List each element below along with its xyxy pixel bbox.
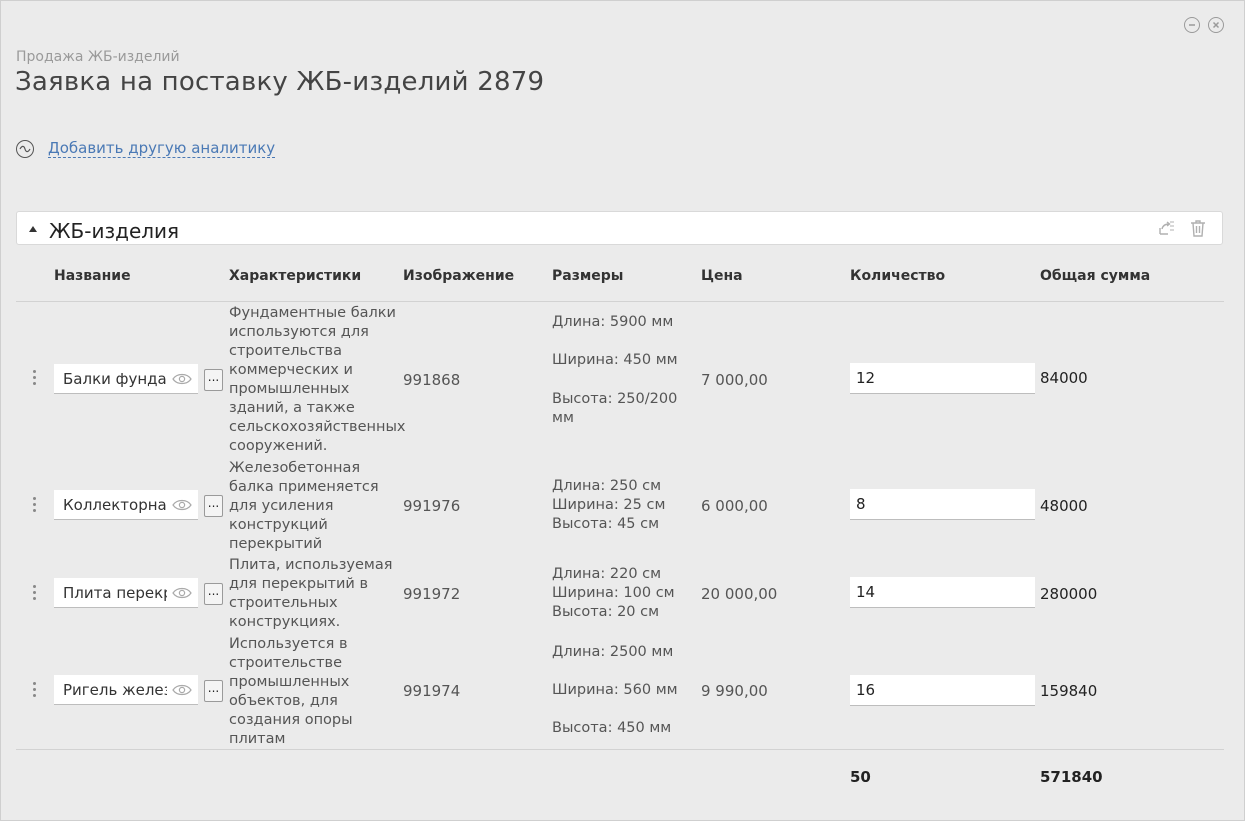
size-length: Длина: 220 см — [552, 566, 662, 582]
row-description: Плита, используемая для перекрытий в стр… — [229, 557, 393, 630]
name-input[interactable]: Ригель железобетонный — [54, 675, 198, 705]
size-height: Высота: 20 см — [552, 604, 660, 620]
col-header-total[interactable]: Общая сумма — [1040, 268, 1150, 284]
row-price: 6 000,00 — [701, 497, 768, 515]
row-total: 159840 — [1040, 682, 1098, 700]
row-image-id: 991974 — [403, 682, 461, 700]
name-input[interactable]: Балки фундаментные — [54, 364, 198, 394]
row-price: 20 000,00 — [701, 585, 778, 603]
quantity-sum: 50 — [850, 768, 871, 786]
name-value: Коллекторная балка — [63, 495, 167, 514]
select-item-button[interactable]: ... — [204, 495, 223, 517]
add-analytics-link[interactable]: Добавить другую аналитику — [48, 140, 276, 158]
name-input[interactable]: Плита перекрытия — [54, 578, 198, 608]
col-header-name[interactable]: Название — [54, 268, 131, 284]
wave-icon — [16, 140, 34, 158]
trash-icon[interactable] — [1188, 218, 1208, 238]
quantity-input[interactable]: 8 — [850, 489, 1035, 520]
minimize-icon[interactable] — [1184, 17, 1200, 33]
section-tools — [1156, 218, 1208, 238]
eye-icon[interactable] — [172, 684, 192, 696]
select-item-button[interactable]: ... — [204, 369, 223, 391]
size-length: Длина: 2500 мм — [552, 644, 674, 660]
size-width: Ширина: 450 мм — [552, 352, 678, 368]
size-length: Длина: 5900 мм — [552, 314, 674, 330]
eye-icon[interactable] — [172, 587, 192, 599]
drag-handle-icon[interactable] — [33, 370, 37, 385]
row-description: Фундаментные балки используются для стро… — [229, 305, 406, 454]
name-input[interactable]: Коллекторная балка — [54, 490, 198, 520]
close-icon[interactable] — [1208, 17, 1224, 33]
select-item-button[interactable]: ... — [204, 680, 223, 702]
name-value: Балки фундаментные — [63, 369, 167, 388]
select-item-button[interactable]: ... — [204, 583, 223, 605]
size-width: Ширина: 25 см — [552, 497, 666, 513]
size-height: Высота: 45 см — [552, 516, 660, 532]
grand-total: 571840 — [1040, 768, 1103, 786]
drag-handle-icon[interactable] — [33, 682, 37, 697]
row-image-id: 991976 — [403, 497, 461, 515]
export-icon[interactable] — [1156, 218, 1176, 238]
section-title: ЖБ-изделия — [49, 219, 180, 243]
row-description: Железобетонная балка применяется для уси… — [229, 460, 379, 552]
size-width: Ширина: 100 см — [552, 585, 675, 601]
header-divider — [16, 301, 1224, 302]
size-height: Высота: 250/200 мм — [552, 391, 678, 426]
eye-icon[interactable] — [172, 499, 192, 511]
row-total: 48000 — [1040, 497, 1088, 515]
name-value: Ригель железобетонный — [63, 680, 167, 699]
eye-icon[interactable] — [172, 373, 192, 385]
size-length: Длина: 250 см — [552, 478, 662, 494]
name-value: Плита перекрытия — [63, 583, 167, 602]
col-header-characteristics[interactable]: Характеристики — [229, 268, 361, 284]
size-width: Ширина: 560 мм — [552, 682, 678, 698]
col-header-quantity[interactable]: Количество — [850, 268, 945, 284]
col-header-image[interactable]: Изображение — [403, 268, 514, 284]
breadcrumb[interactable]: Продажа ЖБ-изделий — [16, 49, 180, 65]
drag-handle-icon[interactable] — [33, 497, 37, 512]
section-header: ЖБ-изделия — [16, 211, 1223, 245]
col-header-price[interactable]: Цена — [701, 268, 743, 284]
row-description: Используется в строительстве промышленны… — [229, 636, 353, 747]
window-controls — [1184, 17, 1224, 33]
size-height: Высота: 450 мм — [552, 720, 672, 736]
quantity-input[interactable]: 14 — [850, 577, 1035, 608]
row-price: 7 000,00 — [701, 371, 768, 389]
add-analytics: Добавить другую аналитику — [16, 140, 276, 158]
collapse-triangle-icon[interactable] — [29, 226, 37, 232]
footer-divider — [16, 749, 1224, 750]
row-price: 9 990,00 — [701, 682, 768, 700]
quantity-input[interactable]: 12 — [850, 363, 1035, 394]
page-title: Заявка на поставку ЖБ-изделий 2879 — [15, 67, 545, 97]
row-total: 280000 — [1040, 585, 1098, 603]
quantity-input[interactable]: 16 — [850, 675, 1035, 706]
row-image-id: 991868 — [403, 371, 461, 389]
col-header-sizes[interactable]: Размеры — [552, 268, 623, 284]
row-image-id: 991972 — [403, 585, 461, 603]
app-window: Продажа ЖБ-изделий Заявка на поставку ЖБ… — [0, 0, 1245, 821]
drag-handle-icon[interactable] — [33, 585, 37, 600]
row-total: 84000 — [1040, 369, 1088, 387]
